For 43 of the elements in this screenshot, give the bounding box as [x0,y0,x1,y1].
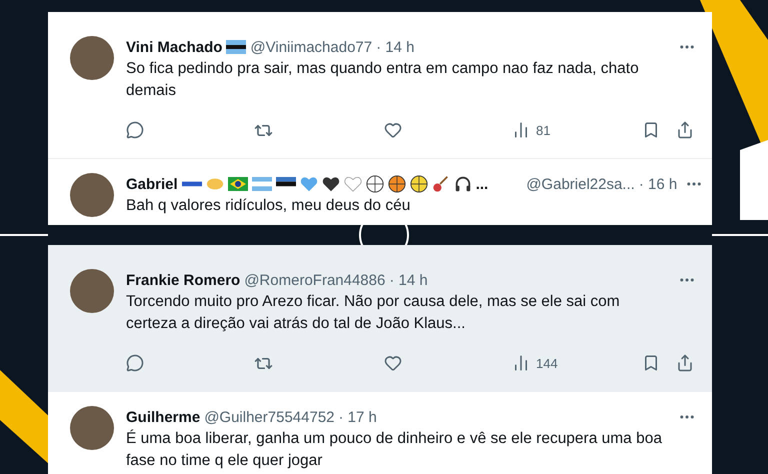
view-count[interactable]: 81 [536,122,550,138]
avatar[interactable] [70,36,114,80]
user-handle[interactable]: @Gabriel22sa... [526,176,635,192]
post-time[interactable]: · 14 h [389,272,428,288]
user-handle[interactable]: @RomeroFran44886 [244,272,386,288]
like-icon[interactable] [384,354,402,372]
tweet-text: Bah q valores ridículos, meu deus do céu [126,196,412,216]
avatar[interactable] [70,406,114,450]
ellipsis: ... [476,176,488,192]
tweet-text: Torcendo muito pro Arezo ficar. Não por causa dele, mas se ele sai com certeza a direção vai atrás do tal de João Klaus... [126,292,621,334]
softball-icon [410,175,428,193]
tweet-text: So fica pedindo pra sair, mas quando entra em campo nao faz nada, chato demais [126,59,640,101]
post-time[interactable]: · 16 h [638,176,678,192]
soccer-ball-icon [366,175,384,193]
user-handle[interactable]: @Viniimachado77 [250,38,372,56]
reply-icon[interactable] [126,354,144,372]
tweet-text: É uma boa liberar, ganha um pouco de dinheiro e vê se ele recupera uma boa fase no time q ele quer jogar [126,428,663,471]
avatar[interactable] [70,173,114,217]
flag-icon [228,177,248,191]
bookmark-icon[interactable] [642,121,660,139]
avatar[interactable] [70,269,114,313]
post-time[interactable]: · 17 h [338,408,377,426]
reply-icon[interactable] [126,121,144,139]
user-name[interactable]: Frankie Romero [126,272,240,288]
views-icon[interactable] [512,354,530,372]
post-time[interactable]: · 14 h [376,38,414,56]
heart-icon [300,176,318,192]
like-icon[interactable] [384,121,402,139]
share-icon[interactable] [676,121,694,139]
headphones-icon [454,175,472,193]
user-name[interactable]: Guilherme [126,408,200,426]
heart-icon [344,176,362,192]
heart-icon [322,176,340,192]
user-name[interactable]: Gabriel [126,176,178,192]
basketball-icon [388,175,406,193]
guitar-icon [432,175,450,193]
view-count[interactable]: 144 [536,356,558,370]
user-name[interactable]: Vini Machado [126,38,222,56]
bookmark-icon[interactable] [642,354,660,372]
share-icon[interactable] [676,354,694,372]
flag-icon [252,177,272,191]
user-handle[interactable]: @Guilher75544752 [204,408,335,426]
views-icon[interactable] [512,121,530,139]
